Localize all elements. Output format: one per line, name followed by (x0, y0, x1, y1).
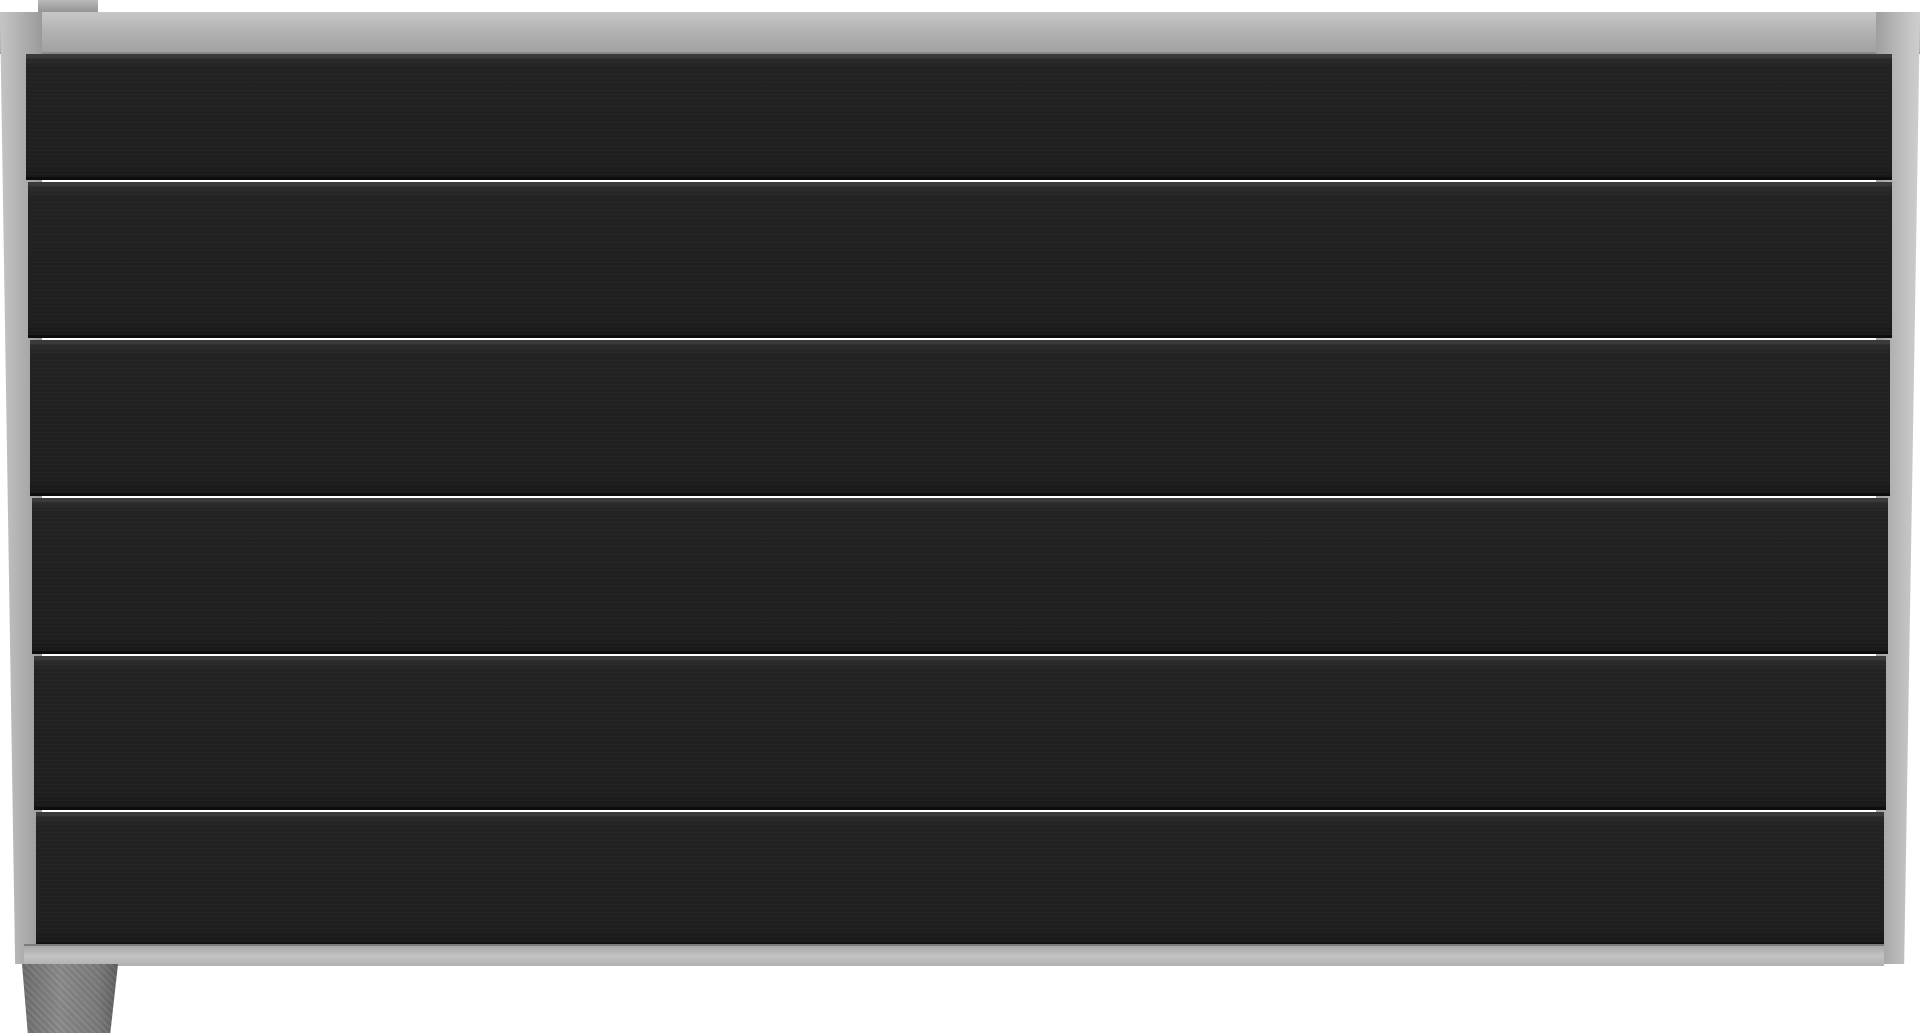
fence-board (28, 182, 1892, 338)
frame-top-rail (0, 12, 1920, 54)
fence-board (30, 340, 1890, 496)
fence-board (26, 54, 1892, 180)
fence-board (32, 498, 1888, 654)
concrete-post-foot (22, 964, 118, 1033)
fence-panel-image (0, 0, 1920, 1033)
fence-board (34, 656, 1886, 810)
fence-board (36, 812, 1884, 946)
frame-bottom-rail (24, 944, 1884, 966)
